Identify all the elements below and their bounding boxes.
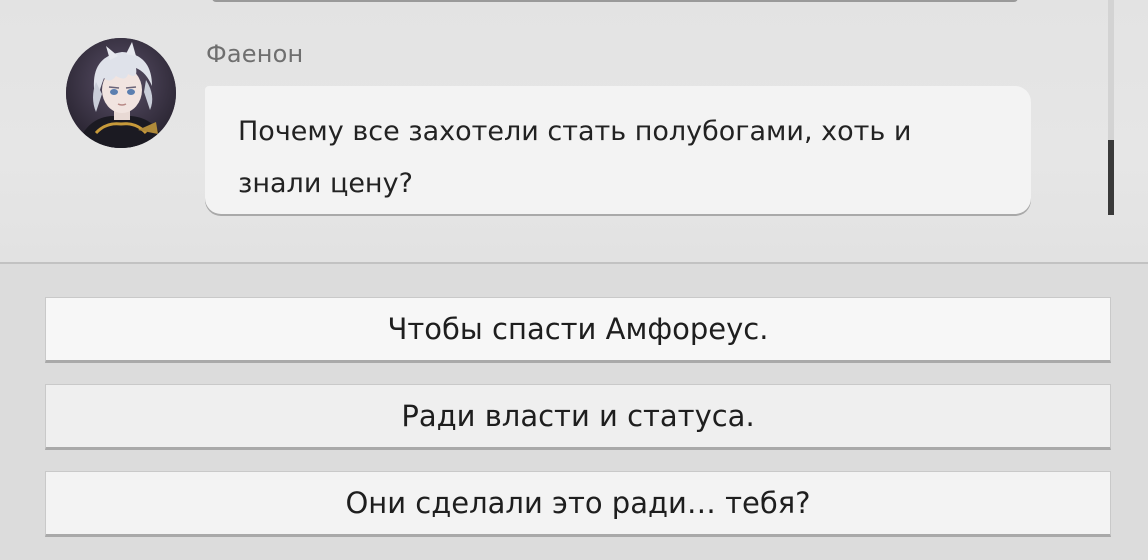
chat-log: Фаенон Почему все захотели стать полубог… [0, 0, 1148, 262]
reply-option-label: Чтобы спасти Амфореус. [387, 311, 769, 346]
reply-option-label: Ради власти и статуса. [401, 398, 755, 433]
reply-option-1[interactable]: Чтобы спасти Амфореус. [45, 297, 1111, 363]
avatar [66, 38, 176, 148]
reply-option-label: Они сделали это ради… тебя? [345, 485, 811, 520]
reply-option-3[interactable]: Они сделали это ради… тебя? [45, 471, 1111, 537]
message-bubble: Почему все захотели стать полубогами, хо… [205, 86, 1031, 214]
reply-option-2[interactable]: Ради власти и статуса. [45, 384, 1111, 450]
character-portrait-icon [66, 38, 176, 148]
speaker-name: Фаенон [206, 40, 304, 68]
previous-message-bubble [212, 0, 1018, 2]
scrollbar-thumb[interactable] [1108, 140, 1114, 215]
message-text: Почему все захотели стать полубогами, хо… [238, 116, 912, 199]
